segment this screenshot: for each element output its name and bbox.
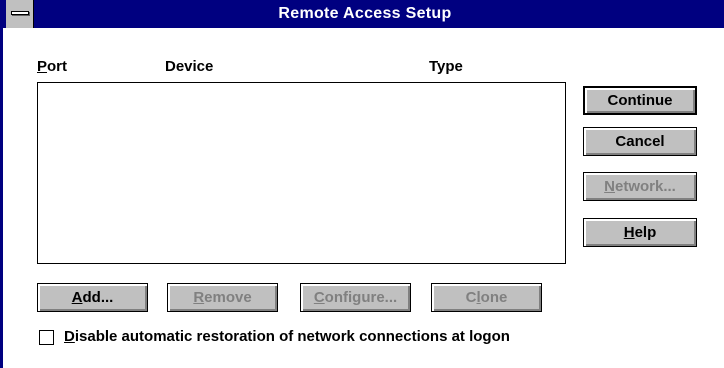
network-mnemonic: N — [604, 178, 615, 195]
continue-label: Continue — [607, 92, 673, 109]
configure-label: onfigure... — [324, 289, 398, 306]
port-list[interactable] — [37, 82, 566, 264]
network-label: etwork... — [614, 178, 676, 195]
add-mnemonic: A — [71, 289, 83, 306]
port-label: ort — [47, 58, 68, 75]
help-label: elp — [634, 224, 657, 241]
configure-button[interactable]: Configure... — [300, 283, 411, 312]
remote-access-setup-dialog: Remote Access Setup Port Device Type Con… — [0, 0, 724, 368]
help-mnemonic: H — [623, 224, 635, 241]
disable-restoration-label[interactable]: Disable automatic restoration of network… — [64, 328, 510, 345]
remove-mnemonic: R — [193, 289, 205, 306]
cancel-label: Cancel — [615, 133, 665, 150]
clone-label-start: C — [465, 289, 477, 306]
help-button[interactable]: Help — [583, 218, 697, 247]
network-button[interactable]: Network... — [583, 172, 697, 201]
configure-mnemonic: C — [313, 289, 325, 306]
continue-button[interactable]: Continue — [583, 86, 697, 115]
add-label: dd... — [82, 289, 114, 306]
disable-label-text: isable automatic restoration of network … — [74, 328, 510, 345]
disable-mnemonic: D — [64, 328, 75, 345]
remove-label: emove — [204, 289, 252, 306]
add-button[interactable]: Add... — [37, 283, 148, 312]
clone-label-end: one — [480, 289, 508, 306]
column-header-device: Device — [165, 58, 214, 75]
column-header-port: Port — [37, 58, 67, 75]
clone-button[interactable]: Cl one — [431, 283, 542, 312]
port-mnemonic: P — [37, 58, 48, 75]
cancel-button[interactable]: Cancel — [583, 127, 697, 156]
remove-button[interactable]: Remove — [167, 283, 278, 312]
window-title: Remote Access Setup — [278, 5, 452, 22]
column-header-type: Type — [429, 58, 463, 75]
title-bar: Remote Access Setup — [3, 0, 724, 28]
disable-restoration-checkbox[interactable] — [39, 330, 54, 345]
